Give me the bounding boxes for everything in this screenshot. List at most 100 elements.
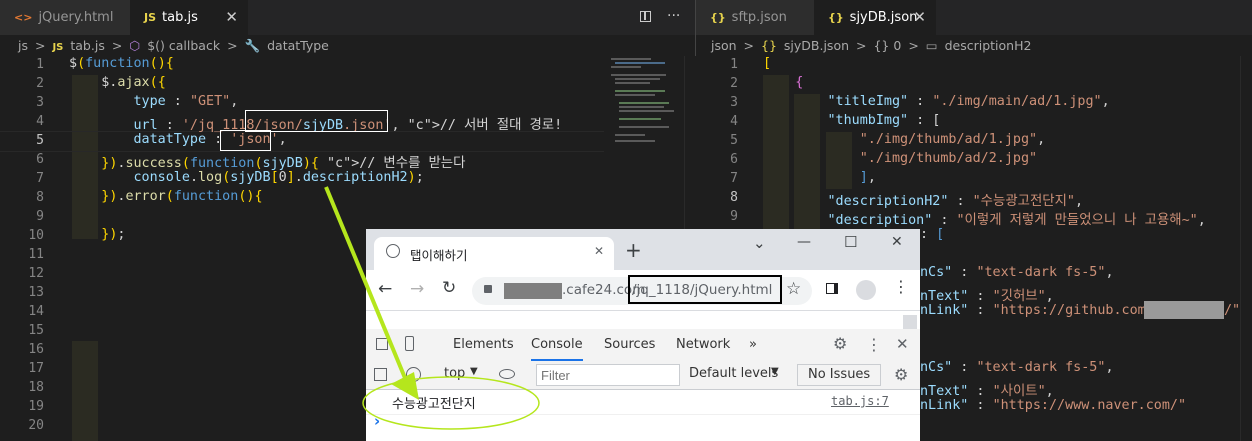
breadcrumb-item[interactable]: js — [18, 38, 28, 53]
code-line: "./img/thumb/ad/2.jpg" — [859, 151, 1038, 166]
close-icon[interactable]: ✕ — [913, 0, 926, 35]
line-number: 11 — [28, 247, 44, 262]
line-number: 9 — [730, 209, 738, 224]
menu-kebab-icon[interactable]: ⋮ — [893, 277, 909, 296]
console-prompt[interactable]: › — [374, 412, 380, 430]
line-number: 9 — [36, 209, 44, 224]
console-message: 수능광고전단지 tab.js:7 — [366, 390, 920, 415]
code-line: "thumbImg" : [ — [827, 113, 941, 128]
tab-jquery-html[interactable]: <> jQuery.html — [0, 0, 130, 35]
line-number: 4 — [36, 114, 44, 129]
json-file-icon: {} — [710, 11, 726, 24]
tab-elements[interactable]: Elements — [453, 329, 514, 361]
address-bar-row: ← → ↻ .cafe24.com /jq_1118/jQuery.html ☆… — [366, 270, 920, 311]
breadcrumb-item[interactable]: datatType — [267, 38, 329, 53]
console-source-link[interactable]: tab.js:7 — [831, 394, 889, 408]
chevron-right-icon: > — [743, 38, 755, 53]
field-icon: ▭ — [925, 38, 938, 53]
line-number: 1 — [36, 57, 44, 72]
breadcrumb-item[interactable]: $() callback — [147, 38, 220, 53]
issues-button[interactable]: No Issues — [797, 364, 882, 386]
split-editor-icon[interactable] — [640, 11, 651, 22]
code-line: }); — [101, 227, 126, 242]
code-line: "titleImg" : "./img/main/ad/1.jpg", — [827, 94, 1110, 109]
minimize-button[interactable]: — — [797, 234, 811, 250]
close-icon[interactable]: ✕ — [594, 244, 604, 258]
code-line: }).success(function(sjyDB){ "c">// 변수를 받… — [101, 156, 466, 171]
close-devtools-icon[interactable]: ✕ — [896, 335, 909, 353]
device-toolbar-icon[interactable] — [405, 336, 414, 351]
minimap — [605, 56, 683, 156]
chevron-right-icon: > — [227, 38, 238, 53]
console-output-text: 수능광고전단지 — [392, 397, 476, 412]
code-line: "description" : "이렇게 저렇게 만들었으니 나 고용해~", — [827, 213, 1206, 228]
line-number: 10 — [28, 228, 44, 243]
breadcrumb-item[interactable]: json — [711, 38, 737, 53]
tab-sjydb-json[interactable]: {} sjyDB.json ✕ — [814, 0, 936, 35]
close-window-button[interactable]: ✕ — [891, 234, 903, 250]
side-panel-icon[interactable] — [826, 283, 838, 294]
code-line: nCs" : "text-dark fs-5", — [920, 265, 1114, 280]
clear-console-icon[interactable] — [406, 367, 421, 382]
json-file-icon: {} — [761, 38, 777, 53]
tab-sources[interactable]: Sources — [604, 329, 655, 361]
devtools-menu-icon[interactable]: ⋮ — [866, 335, 882, 354]
html-file-icon: <> — [14, 11, 33, 24]
tab-label: sjyDB.json — [849, 10, 918, 25]
line-number: 3 — [730, 95, 738, 110]
settings-gear-icon[interactable]: ⚙ — [833, 334, 847, 353]
bookmark-star-icon[interactable]: ☆ — [786, 279, 801, 299]
line-number: 6 — [36, 152, 44, 167]
more-actions-icon[interactable]: ··· — [667, 0, 680, 35]
console-filter-input[interactable] — [536, 364, 680, 386]
eye-icon[interactable] — [499, 369, 515, 379]
right-scrollbar[interactable] — [1240, 56, 1252, 441]
wrench-icon: 🔧 — [244, 38, 261, 53]
context-selector[interactable]: top — [444, 366, 465, 381]
console-settings-gear-icon[interactable]: ⚙ — [894, 365, 908, 384]
back-button[interactable]: ← — [378, 279, 392, 299]
cube-icon: ⬡ — [129, 38, 141, 53]
page-viewport — [366, 311, 920, 329]
browser-window: 탭이해하기 ✕ + ⌄ — ☐ ✕ ← → ↻ .cafe24.com /jq_… — [366, 229, 920, 441]
browser-tab[interactable]: 탭이해하기 ✕ — [374, 237, 614, 270]
new-tab-button[interactable]: + — [625, 240, 642, 260]
code-line: nLink" : "https://www.naver.com/" — [920, 398, 1187, 413]
line-number: 8 — [730, 190, 738, 205]
json-file-icon: {} — [828, 11, 844, 24]
breadcrumb-item[interactable]: tab.js — [70, 38, 104, 53]
forward-button[interactable]: → — [410, 279, 424, 299]
line-number: 5 — [36, 133, 44, 148]
tab-sftp-json[interactable]: {} sftp.json — [696, 0, 814, 35]
code-line: $(function(){ — [69, 56, 174, 71]
more-tabs-icon[interactable]: » — [749, 329, 757, 361]
scroll-up-icon[interactable] — [903, 315, 917, 329]
line-number: 12 — [28, 266, 44, 281]
reload-button[interactable]: ↻ — [442, 278, 456, 298]
code-line: nCs" : "text-dark fs-5", — [920, 360, 1114, 375]
close-icon[interactable]: ✕ — [225, 0, 238, 35]
inspect-element-icon[interactable] — [376, 338, 388, 350]
tab-label: sftp.json — [731, 10, 787, 25]
profile-avatar[interactable] — [856, 280, 876, 300]
code-line: "descriptionH2" : "수능광고전단지", — [827, 194, 1084, 209]
log-levels-dropdown[interactable]: Default levels — [689, 366, 778, 381]
left-tab-bar: <> jQuery.html JS tab.js ✕ ··· — [0, 0, 695, 35]
tab-search-icon[interactable]: ⌄ — [753, 234, 766, 252]
line-number: 15 — [28, 323, 44, 338]
line-number: 8 — [36, 190, 44, 205]
maximize-button[interactable]: ☐ — [844, 233, 857, 251]
line-number: 3 — [36, 95, 44, 110]
breadcrumb-item[interactable]: sjyDB.json — [784, 38, 849, 53]
tab-tab-js[interactable]: JS tab.js ✕ — [130, 0, 248, 35]
right-tab-bar: {} sftp.json {} sjyDB.json ✕ — [696, 0, 1252, 35]
sidebar-toggle-icon[interactable] — [374, 368, 387, 381]
redaction-block — [1144, 301, 1224, 319]
breadcrumb-item[interactable]: {} 0 — [873, 38, 901, 53]
breadcrumb-item[interactable]: descriptionH2 — [945, 38, 1032, 53]
tab-network[interactable]: Network — [676, 329, 730, 361]
tab-label: tab.js — [162, 10, 198, 25]
tab-console[interactable]: Console — [531, 329, 583, 361]
line-number: 2 — [36, 76, 44, 91]
js-file-icon: JS — [144, 11, 157, 24]
